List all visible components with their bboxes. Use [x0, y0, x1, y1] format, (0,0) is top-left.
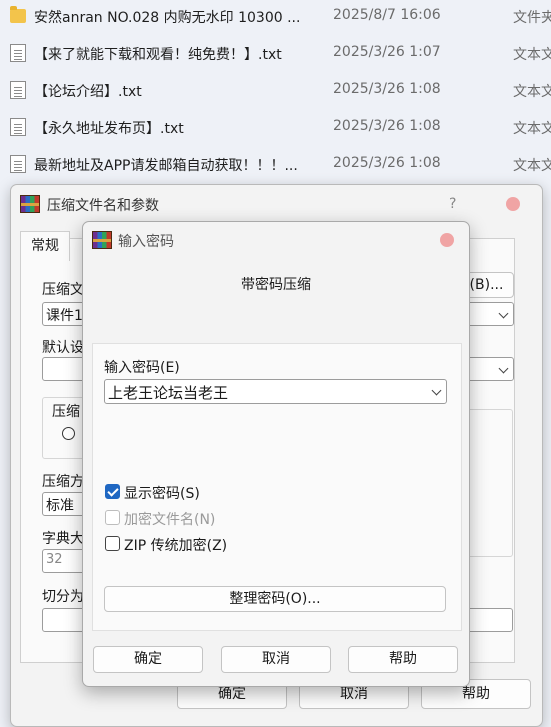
file-type: 文本文档: [513, 84, 551, 100]
winrar-icon: [92, 231, 112, 249]
password-input[interactable]: 上老王论坛当老王: [104, 379, 447, 404]
ok-button[interactable]: 确定: [93, 646, 203, 673]
zip-legacy-encryption-checkbox[interactable]: [105, 536, 120, 551]
tab-general[interactable]: 常规: [20, 231, 70, 261]
zip-legacy-encryption-label: ZIP 传统加密(Z): [124, 538, 228, 554]
compression-method-label: 压缩方: [42, 474, 84, 490]
organize-passwords-button[interactable]: 整理密码(O)...: [104, 586, 446, 612]
help-icon[interactable]: ?: [449, 196, 456, 212]
help-button[interactable]: 帮助: [348, 646, 458, 673]
file-name: 【永久地址发布页】.txt: [34, 121, 184, 137]
file-name: 【来了就能下载和观看！纯免费！】.txt: [34, 47, 282, 63]
file-row[interactable]: 【论坛介绍】.txt 2025/3/26 1:08 文本文档: [0, 72, 551, 109]
file-date: 2025/3/26 1:08: [333, 155, 441, 171]
file-row[interactable]: 【来了就能下载和观看！纯免费！】.txt 2025/3/26 1:07 文本文档: [0, 35, 551, 72]
show-password-label: 显示密码(S): [124, 486, 200, 502]
chevron-down-icon: [498, 363, 509, 374]
file-date: 2025/3/26 1:08: [333, 81, 441, 97]
file-type: 文本文档: [513, 158, 551, 174]
default-profile-label: 默认设: [42, 340, 84, 356]
file-type: 文件夹: [513, 10, 551, 26]
txt-file-icon: [10, 44, 26, 62]
txt-file-icon: [10, 81, 26, 99]
file-row[interactable]: 【永久地址发布页】.txt 2025/3/26 1:08 文本文档: [0, 109, 551, 146]
file-name: 最新地址及APP请发邮箱自动获取！！！...: [34, 158, 298, 174]
close-icon[interactable]: [440, 233, 454, 247]
dialog-title: 压缩文件名和参数: [47, 198, 159, 214]
close-icon[interactable]: [506, 197, 520, 211]
file-row-folder[interactable]: 安然anran NO.028 内购无水印 10300 ... 2025/8/7 …: [0, 0, 551, 35]
folder-icon: [10, 6, 26, 23]
archive-name-label: 压缩文: [42, 282, 84, 298]
txt-file-icon: [10, 155, 26, 173]
txt-file-icon: [10, 118, 26, 136]
archive-format-label: 压缩: [52, 404, 80, 420]
winrar-icon: [20, 195, 40, 213]
dialog-title: 输入密码: [118, 234, 174, 250]
dictionary-size-label: 字典大: [42, 531, 84, 547]
encrypt-file-names-label: 加密文件名(N): [124, 512, 216, 528]
file-type: 文本文档: [513, 121, 551, 137]
split-volume-label: 切分为: [42, 589, 84, 605]
chevron-down-icon: [431, 385, 442, 396]
file-name: 【论坛介绍】.txt: [34, 84, 142, 100]
password-label: 输入密码(E): [104, 360, 180, 376]
file-name: 安然anran NO.028 内购无水印 10300 ...: [34, 10, 301, 26]
show-password-checkbox[interactable]: [105, 484, 120, 499]
file-type: 文本文档: [513, 47, 551, 63]
file-row[interactable]: 最新地址及APP请发邮箱自动获取！！！... 2025/3/26 1:08 文本…: [0, 146, 551, 183]
cancel-button[interactable]: 取消: [221, 646, 331, 673]
encrypt-file-names-checkbox[interactable]: [105, 510, 120, 525]
dialog-subtitle: 带密码压缩: [241, 277, 311, 293]
file-date: 2025/3/26 1:08: [333, 118, 441, 134]
chevron-down-icon: [498, 308, 509, 319]
format-radio[interactable]: [62, 427, 75, 440]
file-date: 2025/3/26 1:07: [333, 44, 441, 60]
file-date: 2025/8/7 16:06: [333, 7, 441, 23]
password-dialog: 输入密码 带密码压缩 输入密码(E) 上老王论坛当老王 显示密码(S) 加密文件…: [82, 221, 470, 687]
